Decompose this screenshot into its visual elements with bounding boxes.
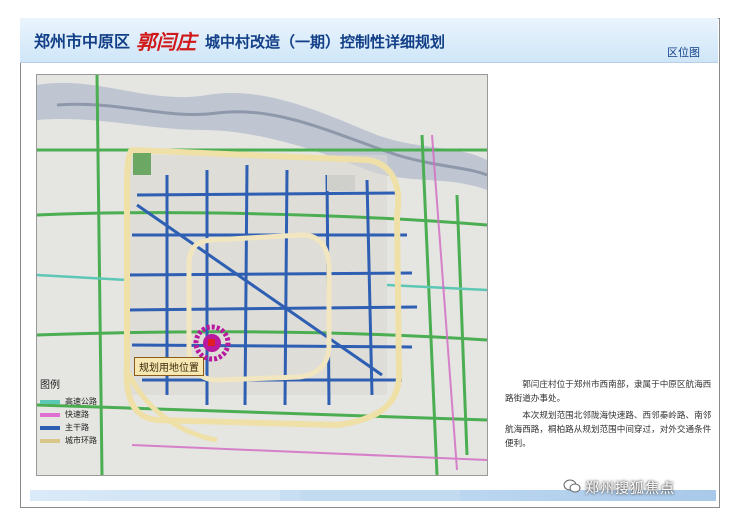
legend-swatch-arterial [40, 425, 60, 430]
footer-segment [300, 490, 460, 501]
description-paragraph-2: 本次规划范围北邻陇海快速路、西邻秦岭路、南邻航海西路，桐柏路从规划范围中间穿过，… [505, 411, 712, 449]
title-suffix: 城中村改造（一期）控制性详细规划 [205, 33, 446, 51]
legend-label-highway: 高速公路 [65, 397, 97, 406]
legend-item-arterial: 主干路 [40, 421, 130, 434]
site-marker-parcel [208, 339, 215, 346]
legend-item-ring-road: 城市环路 [40, 434, 130, 447]
wechat-icon [563, 479, 581, 493]
legend-item-fast-road: 快速路 [40, 408, 130, 421]
legend-swatch-fast-road [40, 412, 60, 417]
site-callout-label: 规划用地位置 [134, 357, 204, 376]
legend-label-arterial: 主干路 [65, 423, 89, 432]
map-legend: 图例 高速公路 快速路 主干路 城市环路 [40, 376, 130, 447]
legend-item-highway: 高速公路 [40, 395, 130, 408]
legend-label-ring-road: 城市环路 [65, 436, 97, 445]
title-prefix: 郑州市中原区 [34, 32, 131, 51]
legend-swatch-ring-road [40, 438, 60, 443]
map-subtitle: 区位图 [667, 46, 700, 59]
park-area [133, 153, 151, 175]
legend-title: 图例 [40, 380, 60, 391]
description-text: 郭闫庄村位于郑州市西南部，隶属于中原区航海西路街道办事处。 本次规划范围北邻陇海… [505, 378, 713, 454]
legend-label-fast-road: 快速路 [65, 410, 89, 419]
watermark-text: 郑州搜狐焦点 [585, 481, 675, 497]
footer-segment [140, 490, 280, 501]
block-area [327, 175, 355, 191]
description-paragraph-1: 郭闫庄村位于郑州市西南部，隶属于中原区航海西路街道办事处。 [505, 380, 712, 404]
legend-swatch-highway [40, 399, 60, 404]
title-village-name: 郭闫庄 [136, 30, 196, 54]
